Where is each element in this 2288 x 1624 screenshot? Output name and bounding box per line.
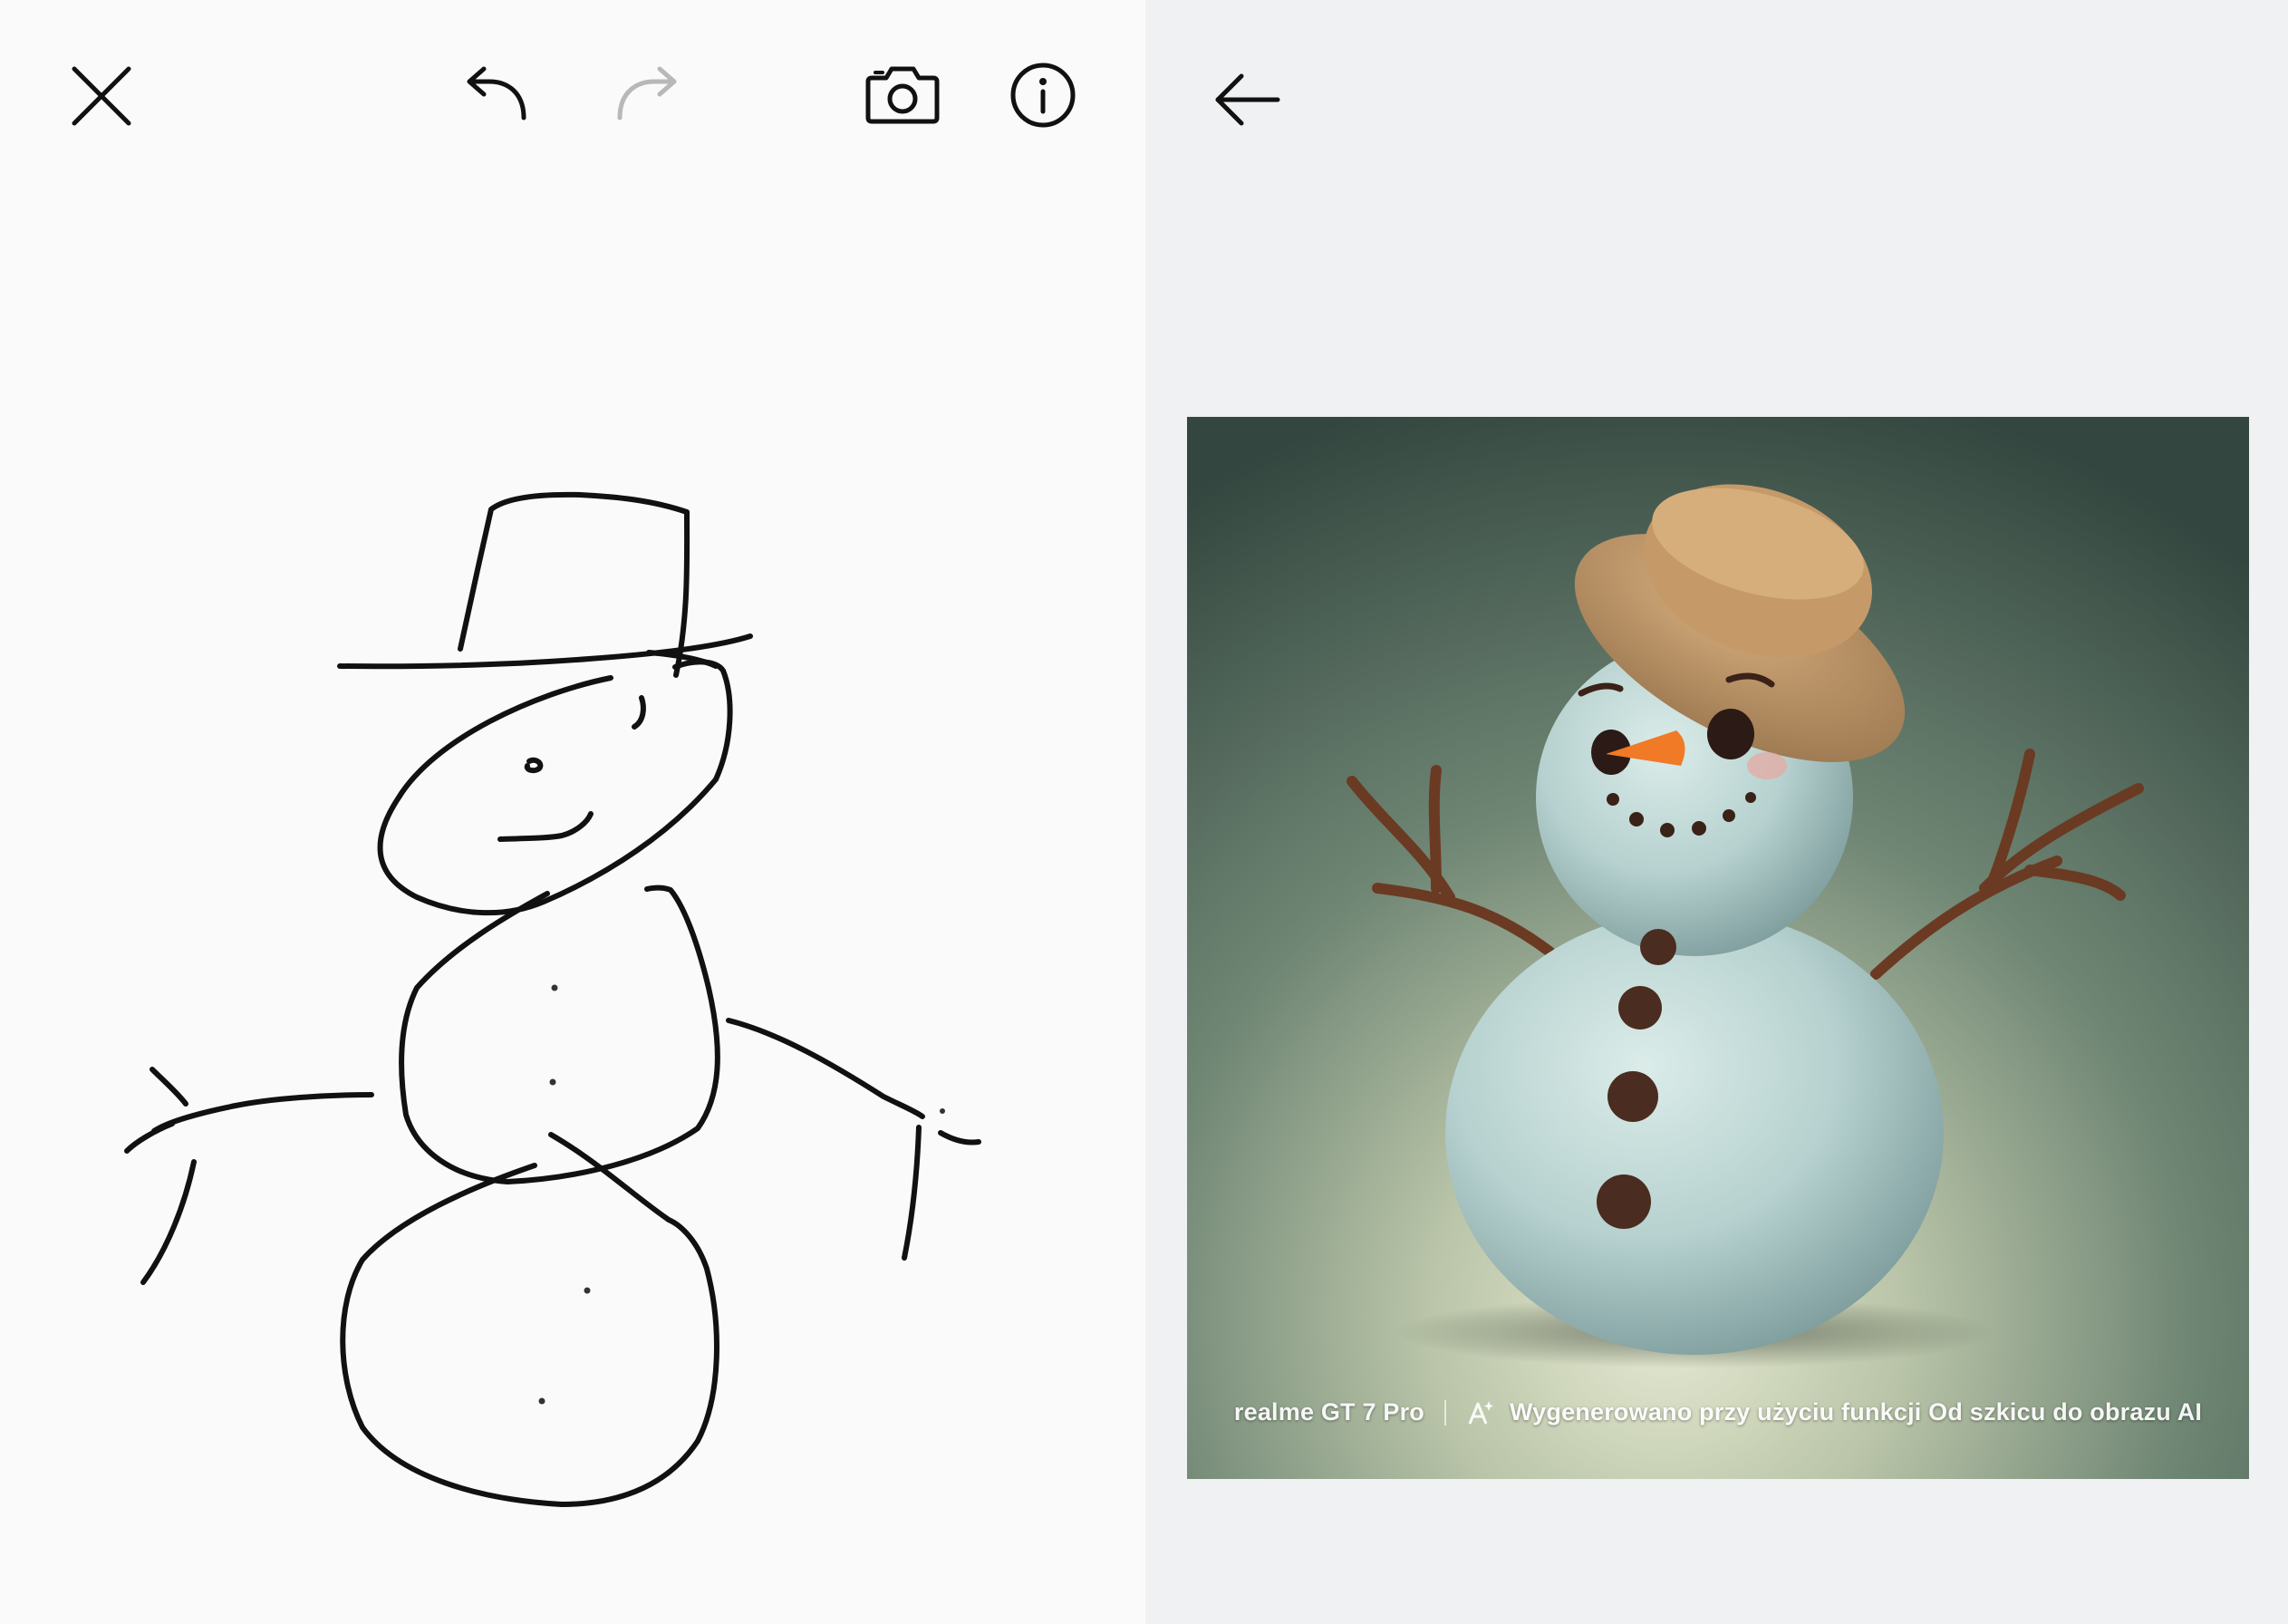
sketch-right-hand-down	[902, 1125, 922, 1261]
close-icon	[72, 66, 131, 126]
ai-sparkle-icon	[1466, 1399, 1493, 1426]
left-stick-twig	[1428, 765, 1442, 894]
snowman-button	[1607, 1071, 1658, 1122]
snowman-button	[1597, 1174, 1651, 1229]
sketch-panel	[0, 0, 1145, 1624]
sketch-base	[340, 1132, 719, 1507]
sketch-dot	[940, 1108, 945, 1114]
ai-caption: Wygenerowano przy użyciu funkcji Od szki…	[1509, 1398, 2203, 1426]
sketch-hat	[458, 491, 690, 678]
info-icon	[1010, 63, 1076, 128]
device-label: realme GT 7 Pro	[1233, 1398, 1424, 1426]
redo-icon	[617, 66, 677, 121]
sketch-dot	[551, 984, 558, 991]
sketch-right-arm	[726, 1018, 925, 1119]
sketch-left-hand-upper	[150, 1067, 188, 1107]
sketch-left-hand-lower	[124, 1121, 175, 1154]
result-panel: realme GT 7 Pro Wygenerowano przy użyciu…	[1145, 0, 2288, 1624]
undo-icon	[467, 66, 526, 121]
undo-button[interactable]	[460, 65, 533, 127]
snowman-body	[1445, 911, 1944, 1355]
watermark-separator	[1443, 1399, 1446, 1426]
sketch-mouth	[497, 811, 594, 842]
sketch-dot	[584, 1287, 591, 1294]
camera-button[interactable]	[864, 62, 941, 127]
sketch-dot	[538, 1397, 545, 1405]
snowman-eye	[1707, 709, 1754, 759]
snowman-button	[1618, 986, 1662, 1030]
generated-image: realme GT 7 Pro Wygenerowano przy użyciu…	[1187, 417, 2249, 1479]
sketch-eye	[632, 695, 646, 730]
sketch-head	[377, 659, 733, 916]
sketch-left-arm	[151, 1092, 374, 1134]
sketch-right-hand-tip	[938, 1130, 981, 1146]
close-button[interactable]	[65, 60, 138, 132]
camera-icon	[865, 66, 940, 124]
sketch-dot	[549, 1078, 556, 1086]
snowman-button	[1640, 929, 1676, 965]
redo-button[interactable]	[611, 65, 683, 127]
info-button[interactable]	[1009, 62, 1076, 129]
sketch-nose	[524, 757, 544, 774]
ai-watermark: realme GT 7 Pro Wygenerowano przy użyciu…	[1187, 1398, 2249, 1426]
sketch-left-hand-down	[140, 1159, 197, 1285]
back-button[interactable]	[1211, 71, 1283, 129]
back-arrow-icon	[1215, 73, 1280, 126]
sketch-canvas[interactable]	[0, 145, 1145, 1559]
